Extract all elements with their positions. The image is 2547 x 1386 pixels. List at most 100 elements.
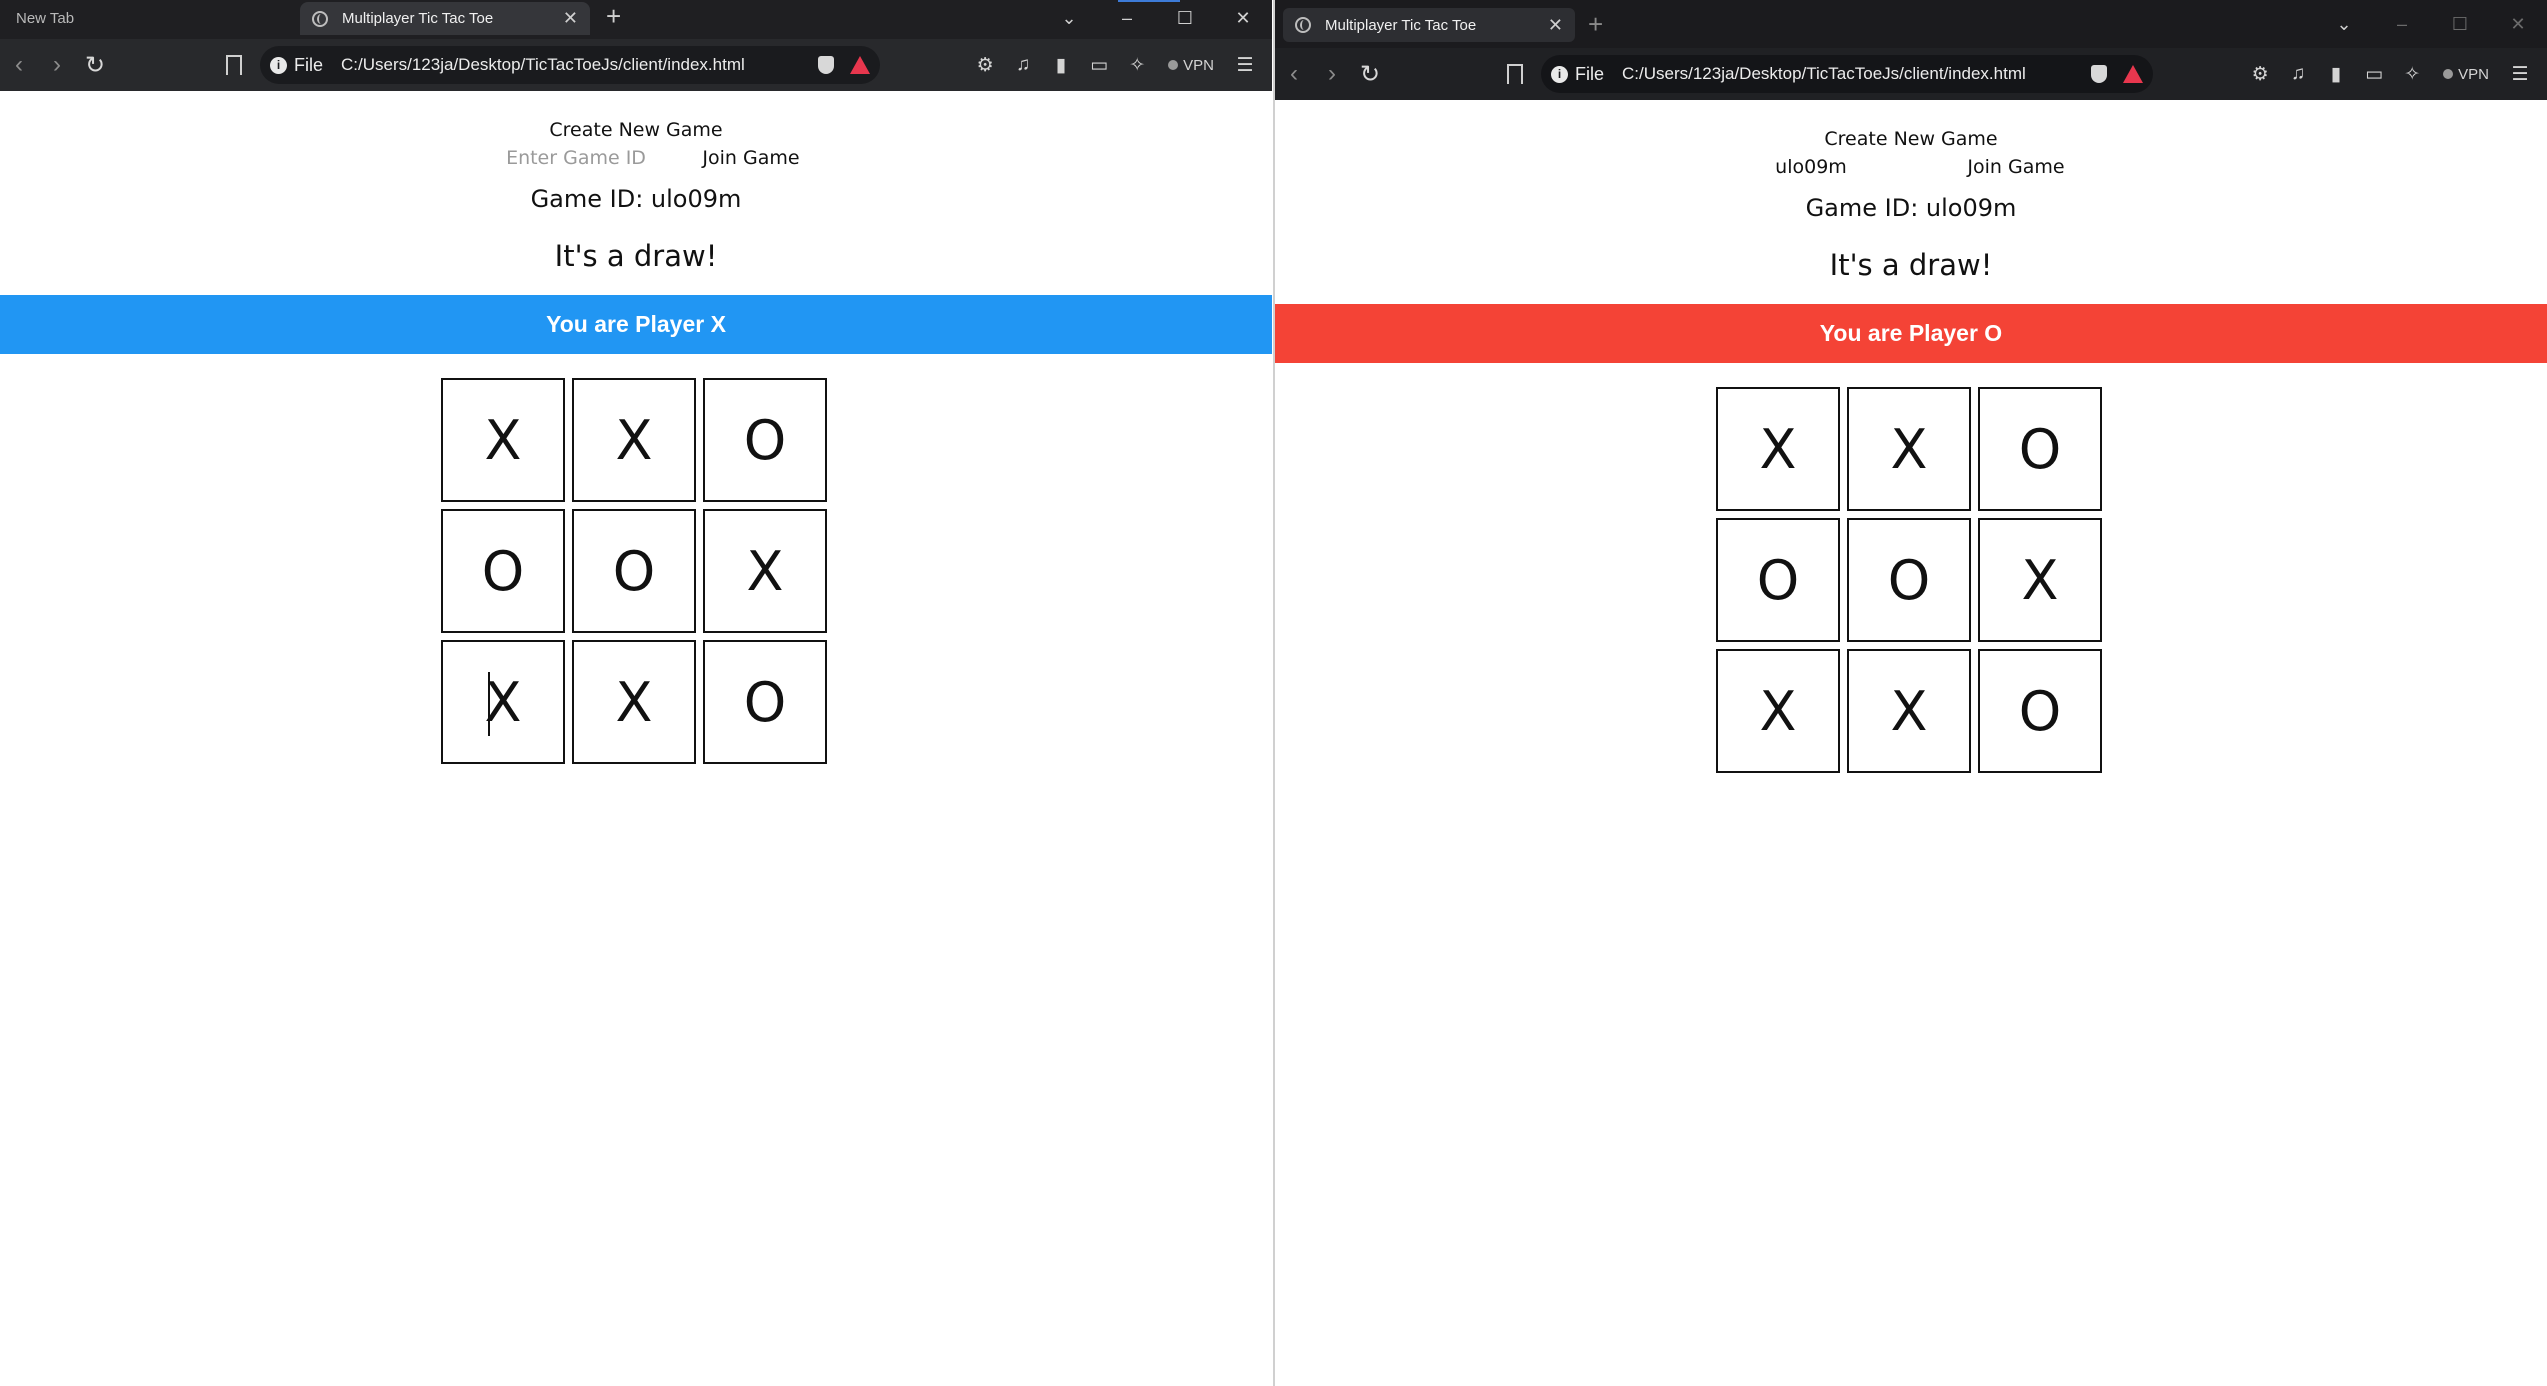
- board-cell[interactable]: X: [703, 509, 827, 633]
- minimize-button[interactable]: –: [2373, 14, 2431, 35]
- page-content: Create New Game Join Game Game ID: ulo09…: [1275, 100, 2547, 1386]
- vpn-label: VPN: [2458, 65, 2489, 83]
- browser-toolbar: ‹ › ↻ i File C:/Users/123ja/Desktop/TicT…: [1275, 48, 2547, 100]
- game-status: It's a draw!: [1829, 248, 1993, 282]
- vpn-label: VPN: [1183, 56, 1214, 74]
- media-icon[interactable]: ♫: [2281, 63, 2315, 85]
- close-tab-icon[interactable]: ✕: [563, 8, 578, 29]
- join-row: Join Game: [0, 147, 1272, 169]
- board-cell[interactable]: X: [572, 640, 696, 764]
- board-cell[interactable]: O: [703, 378, 827, 502]
- tab-multiplayer-tic-tac-toe[interactable]: Multiplayer Tic Tac Toe ✕: [300, 2, 590, 35]
- game-id-input[interactable]: [466, 147, 686, 169]
- tab-search-chevron-icon[interactable]: ⌄: [2315, 14, 2373, 35]
- game-board: X X O O O X X X O: [441, 378, 831, 764]
- reload-icon[interactable]: ↻: [76, 51, 114, 80]
- menu-icon[interactable]: ☰: [2503, 63, 2537, 86]
- board-cell[interactable]: O: [441, 509, 565, 633]
- window-controls: ⌄ – ☐ ✕: [2315, 6, 2547, 42]
- browser-window-right: Multiplayer Tic Tac Toe ✕ + ⌄ – ☐ ✕ ‹ › …: [1273, 0, 2547, 1386]
- desktop: New Tab Multiplayer Tic Tac Toe ✕ + ⌄ – …: [0, 0, 2547, 1386]
- back-icon[interactable]: ‹: [1275, 60, 1313, 88]
- game-status: It's a draw!: [554, 239, 718, 273]
- tab-search-chevron-icon[interactable]: ⌄: [1040, 8, 1098, 29]
- extensions-icon[interactable]: ⚙: [968, 54, 1002, 77]
- vpn-button[interactable]: VPN: [2433, 66, 2499, 83]
- board-cell[interactable]: O: [1978, 649, 2102, 773]
- brave-rewards-icon[interactable]: [2123, 65, 2143, 83]
- bookmark-icon[interactable]: [1507, 64, 1523, 84]
- game-id-label: Game ID: ulo09m: [1805, 194, 2017, 222]
- board-cell[interactable]: O: [1716, 518, 1840, 642]
- maximize-button[interactable]: ☐: [2431, 14, 2489, 35]
- player-banner: You are Player O: [1275, 304, 2547, 363]
- game-controls: Create New Game Join Game: [0, 91, 1272, 169]
- globe-icon: [312, 10, 328, 27]
- maximize-button[interactable]: ☐: [1156, 8, 1214, 29]
- join-row: Join Game: [1275, 156, 2547, 178]
- url-text[interactable]: C:/Users/123ja/Desktop/TicTacToeJs/clien…: [341, 55, 808, 75]
- globe-icon: [1295, 17, 1311, 33]
- board-cell[interactable]: X: [1847, 649, 1971, 773]
- board-cell[interactable]: O: [703, 640, 827, 764]
- board-cell[interactable]: O: [572, 509, 696, 633]
- reload-icon[interactable]: ↻: [1351, 60, 1389, 89]
- vpn-status-icon: [1168, 60, 1179, 70]
- close-window-button[interactable]: ✕: [1214, 8, 1272, 29]
- forward-icon[interactable]: ›: [1313, 60, 1351, 88]
- sidebar-icon[interactable]: ▮: [1044, 54, 1078, 77]
- board-cell[interactable]: X: [441, 378, 565, 502]
- bookmark-icon[interactable]: [226, 55, 242, 75]
- back-icon[interactable]: ‹: [0, 51, 38, 79]
- game-controls: Create New Game Join Game: [1275, 100, 2547, 178]
- new-tab-button[interactable]: +: [606, 3, 621, 29]
- forward-icon[interactable]: ›: [38, 51, 76, 79]
- join-game-button[interactable]: Join Game: [686, 147, 806, 169]
- join-game-button[interactable]: Join Game: [1911, 156, 2111, 178]
- close-window-button[interactable]: ✕: [2489, 14, 2547, 35]
- tab-bar: New Tab Multiplayer Tic Tac Toe ✕ + ⌄ – …: [0, 0, 1272, 39]
- toolbar-right-icons: ⚙ ♫ ▮ ▭ ✧ VPN ☰: [2243, 63, 2537, 86]
- tab-new-tab[interactable]: New Tab: [4, 2, 284, 35]
- board-cell[interactable]: X: [1716, 387, 1840, 511]
- create-game-button[interactable]: Create New Game: [1824, 128, 1997, 150]
- address-bar[interactable]: i File C:/Users/123ja/Desktop/TicTacToeJ…: [260, 46, 880, 84]
- brave-shield-icon[interactable]: [818, 56, 834, 74]
- leo-ai-icon[interactable]: ✧: [1120, 54, 1154, 77]
- close-tab-icon[interactable]: ✕: [1548, 15, 1563, 36]
- board-cell[interactable]: X: [1716, 649, 1840, 773]
- leo-ai-icon[interactable]: ✧: [2395, 63, 2429, 86]
- game-board: X X O O O X X X O: [1716, 387, 2106, 773]
- extensions-icon[interactable]: ⚙: [2243, 63, 2277, 86]
- game-id-input[interactable]: [1711, 156, 1911, 178]
- tab-label: Multiplayer Tic Tac Toe: [1325, 16, 1477, 34]
- board-cell-caret[interactable]: X: [441, 640, 565, 764]
- player-banner: You are Player X: [0, 295, 1272, 354]
- wallet-icon[interactable]: ▭: [1082, 54, 1116, 77]
- tab-label: Multiplayer Tic Tac Toe: [342, 10, 494, 27]
- info-icon[interactable]: i: [270, 56, 287, 74]
- vpn-button[interactable]: VPN: [1158, 57, 1224, 74]
- board-cell[interactable]: X: [1978, 518, 2102, 642]
- menu-icon[interactable]: ☰: [1228, 54, 1262, 77]
- window-controls: ⌄ – ☐ ✕: [1040, 0, 1272, 36]
- wallet-icon[interactable]: ▭: [2357, 63, 2391, 86]
- address-bar[interactable]: i File C:/Users/123ja/Desktop/TicTacToeJ…: [1541, 55, 2153, 93]
- sidebar-icon[interactable]: ▮: [2319, 63, 2353, 86]
- browser-window-left: New Tab Multiplayer Tic Tac Toe ✕ + ⌄ – …: [0, 0, 1272, 1386]
- new-tab-button[interactable]: +: [1588, 11, 1603, 37]
- minimize-button[interactable]: –: [1098, 8, 1156, 29]
- tab-multiplayer-tic-tac-toe[interactable]: Multiplayer Tic Tac Toe ✕: [1283, 8, 1575, 42]
- brave-shield-icon[interactable]: [2091, 65, 2107, 83]
- create-game-button[interactable]: Create New Game: [549, 119, 722, 141]
- board-cell[interactable]: X: [572, 378, 696, 502]
- board-cell[interactable]: O: [1978, 387, 2102, 511]
- board-cell[interactable]: O: [1847, 518, 1971, 642]
- brave-rewards-icon[interactable]: [850, 56, 870, 74]
- url-scheme: File: [1575, 63, 1605, 84]
- url-text[interactable]: C:/Users/123ja/Desktop/TicTacToeJs/clien…: [1622, 64, 2081, 84]
- board-cell[interactable]: X: [1847, 387, 1971, 511]
- text-caret: [488, 672, 490, 736]
- info-icon[interactable]: i: [1551, 65, 1568, 83]
- media-icon[interactable]: ♫: [1006, 54, 1040, 76]
